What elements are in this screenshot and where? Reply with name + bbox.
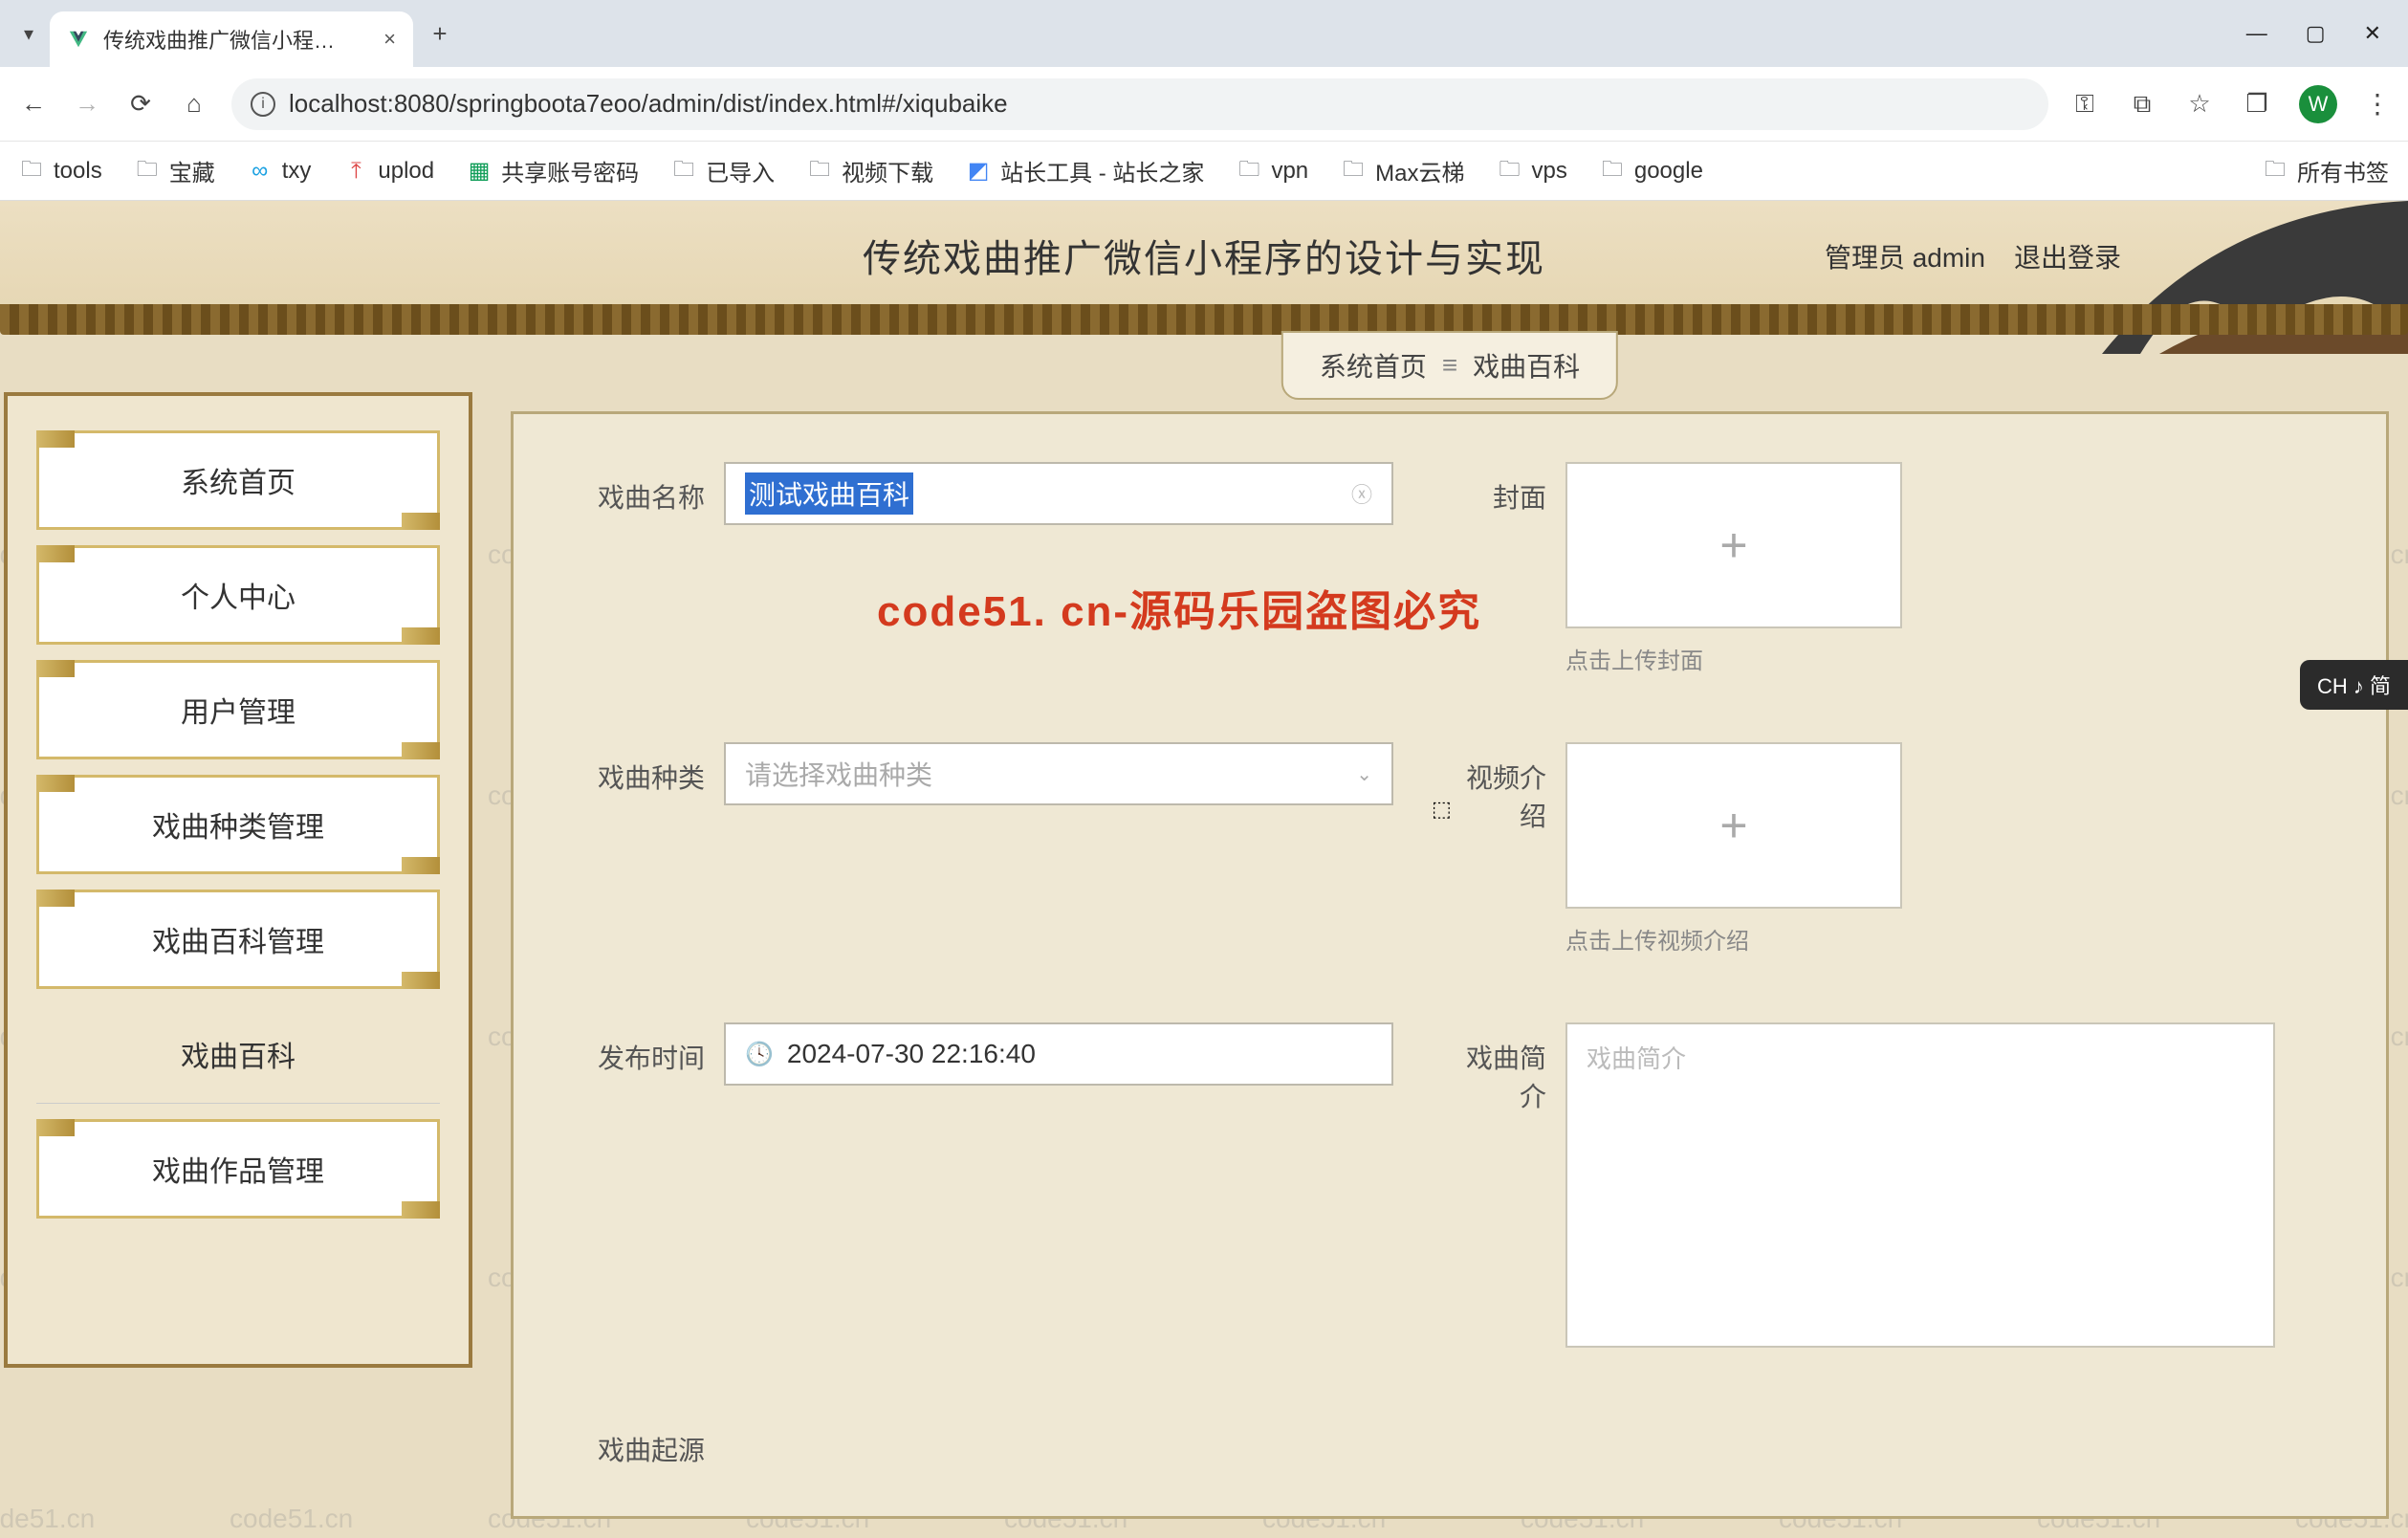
folder-icon: 🗀	[1341, 159, 1366, 184]
vue-favicon-icon	[67, 28, 90, 51]
bookmark-imported[interactable]: 🗀已导入	[671, 154, 775, 187]
folder-icon: 🗀	[671, 159, 696, 184]
mouse-cursor-icon: ⬚	[1432, 797, 1452, 822]
app-header: 传统戏曲推广微信小程序的设计与实现 管理员 admin 退出登录	[0, 201, 2408, 316]
tab-close-icon[interactable]: ×	[383, 27, 396, 52]
sidebar-item-home[interactable]: 系统首页	[36, 430, 440, 530]
tab-title: 传统戏曲推广微信小程序的设计	[103, 24, 352, 55]
cover-upload[interactable]: +	[1565, 462, 1902, 628]
sidebar: 系统首页 个人中心 用户管理 戏曲种类管理 戏曲百科管理 戏曲百科 戏曲作品管理	[4, 392, 472, 1368]
back-icon[interactable]: ←	[17, 88, 50, 121]
minimize-icon[interactable]: —	[2246, 21, 2267, 46]
type-label: 戏曲种类	[571, 742, 724, 796]
home-icon[interactable]: ⌂	[178, 88, 210, 121]
type-placeholder: 请选择戏曲种类	[745, 755, 932, 793]
toolbar: ← → ⟳ ⌂ i localhost:8080/springboota7eoo…	[0, 67, 2408, 142]
plus-icon: +	[1719, 798, 1747, 853]
breadcrumb: 系统首页 ≡ 戏曲百科	[1281, 331, 1618, 400]
sidebar-item-baike[interactable]: 戏曲百科	[36, 1004, 440, 1104]
new-tab-button[interactable]: +	[421, 14, 459, 53]
folder-icon: 🗀	[1237, 159, 1261, 184]
upload-icon: ⤒	[343, 159, 368, 184]
bookmark-share[interactable]: ▦共享账号密码	[467, 154, 639, 187]
lens-icon[interactable]: ⧉	[2127, 89, 2157, 120]
cover-label: 封面	[1451, 462, 1565, 516]
video-label: 视频介绍	[1451, 742, 1565, 834]
intro-placeholder: 戏曲简介	[1587, 1044, 1686, 1073]
sheet-icon: ▦	[467, 159, 492, 184]
password-key-icon[interactable]: ⚿	[2069, 89, 2100, 120]
forward-icon[interactable]: →	[71, 88, 103, 121]
address-bar[interactable]: i localhost:8080/springboota7eoo/admin/d…	[231, 78, 2048, 130]
time-input[interactable]: 🕓 2024-07-30 22:16:40	[724, 1022, 1393, 1086]
admin-label: 管理员 admin	[1825, 237, 1985, 275]
folder-icon: 🗀	[135, 159, 160, 184]
window-controls: — ▢ ✕	[2246, 21, 2400, 46]
tabs-dropdown-icon[interactable]: ▾	[17, 22, 40, 45]
sidebar-item-baike-mgmt[interactable]: 戏曲百科管理	[36, 890, 440, 989]
bookmark-video[interactable]: 🗀视频下载	[807, 154, 933, 187]
ime-text: CH ♪ 简	[2317, 670, 2391, 700]
folder-icon: 🗀	[1497, 159, 1521, 184]
folder-icon: 🗀	[1600, 159, 1625, 184]
site-info-icon[interactable]: i	[251, 92, 275, 117]
intro-label: 戏曲简介	[1451, 1022, 1565, 1114]
url-text: localhost:8080/springboota7eoo/admin/dis…	[289, 89, 1008, 119]
bookmark-google[interactable]: 🗀google	[1600, 158, 1703, 185]
type-select[interactable]: 请选择戏曲种类 ⌄	[724, 742, 1393, 805]
ime-indicator[interactable]: CH ♪ 简	[2300, 660, 2408, 710]
sidebar-item-types[interactable]: 戏曲种类管理	[36, 775, 440, 874]
crumb-separator-icon: ≡	[1442, 350, 1457, 381]
chevron-down-icon: ⌄	[1356, 762, 1372, 786]
browser-tab[interactable]: 传统戏曲推广微信小程序的设计 ×	[50, 11, 413, 67]
name-value: 测试戏曲百科	[745, 472, 913, 515]
extensions-icon[interactable]: ❐	[2242, 89, 2272, 120]
bookmarks-bar: 🗀tools 🗀宝藏 ∞txy ⤒uplod ▦共享账号密码 🗀已导入 🗀视频下…	[0, 142, 2408, 201]
origin-label: 戏曲起源	[571, 1415, 724, 1468]
reload-icon[interactable]: ⟳	[124, 88, 157, 121]
clear-icon[interactable]: ⓧ	[1351, 478, 1372, 509]
intro-textarea[interactable]: 戏曲简介	[1565, 1022, 2275, 1348]
crumb-home[interactable]: 系统首页	[1320, 346, 1427, 384]
bookmark-maxyunti[interactable]: 🗀Max云梯	[1341, 154, 1464, 187]
link-icon: ∞	[248, 159, 273, 184]
profile-avatar[interactable]: W	[2299, 85, 2337, 123]
folder-icon: 🗀	[807, 159, 832, 184]
browser-chrome: ▾ 传统戏曲推广微信小程序的设计 × + — ▢ ✕ ← → ⟳ ⌂ i loc…	[0, 0, 2408, 201]
bookmark-all[interactable]: 🗀所有书签	[2263, 154, 2389, 187]
time-label: 发布时间	[571, 1022, 724, 1076]
menu-icon[interactable]: ⋮	[2364, 88, 2391, 120]
video-upload-hint: 点击上传视频介绍	[1565, 922, 1902, 956]
plus-icon: +	[1719, 517, 1747, 573]
time-value: 2024-07-30 22:16:40	[787, 1039, 1036, 1069]
name-label: 戏曲名称	[571, 462, 724, 516]
folder-icon: 🗀	[2263, 159, 2288, 184]
star-icon[interactable]: ☆	[2184, 89, 2215, 120]
sidebar-item-users[interactable]: 用户管理	[36, 660, 440, 759]
clock-icon: 🕓	[745, 1041, 774, 1068]
tool-icon: ◩	[966, 159, 991, 184]
sidebar-item-personal[interactable]: 个人中心	[36, 545, 440, 645]
video-upload[interactable]: +	[1565, 742, 1902, 909]
bookmark-zhanzhang[interactable]: ◩站长工具 - 站长之家	[966, 154, 1204, 187]
cover-upload-hint: 点击上传封面	[1565, 642, 1902, 675]
bookmark-baozang[interactable]: 🗀宝藏	[135, 154, 215, 187]
form-panel: code51. cn-源码乐园盗图必究 戏曲名称 测试戏曲百科 ⓧ 封面 +	[511, 411, 2389, 1519]
page-title: 传统戏曲推广微信小程序的设计与实现	[863, 228, 1545, 283]
bookmark-vpn[interactable]: 🗀vpn	[1237, 158, 1308, 185]
bookmark-tools[interactable]: 🗀tools	[19, 158, 102, 185]
bookmark-uplod[interactable]: ⤒uplod	[343, 158, 434, 185]
name-input[interactable]: 测试戏曲百科 ⓧ	[724, 462, 1393, 525]
bookmark-txy[interactable]: ∞txy	[248, 158, 312, 185]
maximize-icon[interactable]: ▢	[2306, 21, 2326, 46]
sidebar-item-works[interactable]: 戏曲作品管理	[36, 1119, 440, 1219]
crumb-current: 戏曲百科	[1473, 346, 1580, 384]
close-window-icon[interactable]: ✕	[2364, 21, 2381, 46]
tab-bar: ▾ 传统戏曲推广微信小程序的设计 × + — ▢ ✕	[0, 0, 2408, 67]
folder-icon: 🗀	[19, 159, 44, 184]
bookmark-vps[interactable]: 🗀vps	[1497, 158, 1566, 185]
